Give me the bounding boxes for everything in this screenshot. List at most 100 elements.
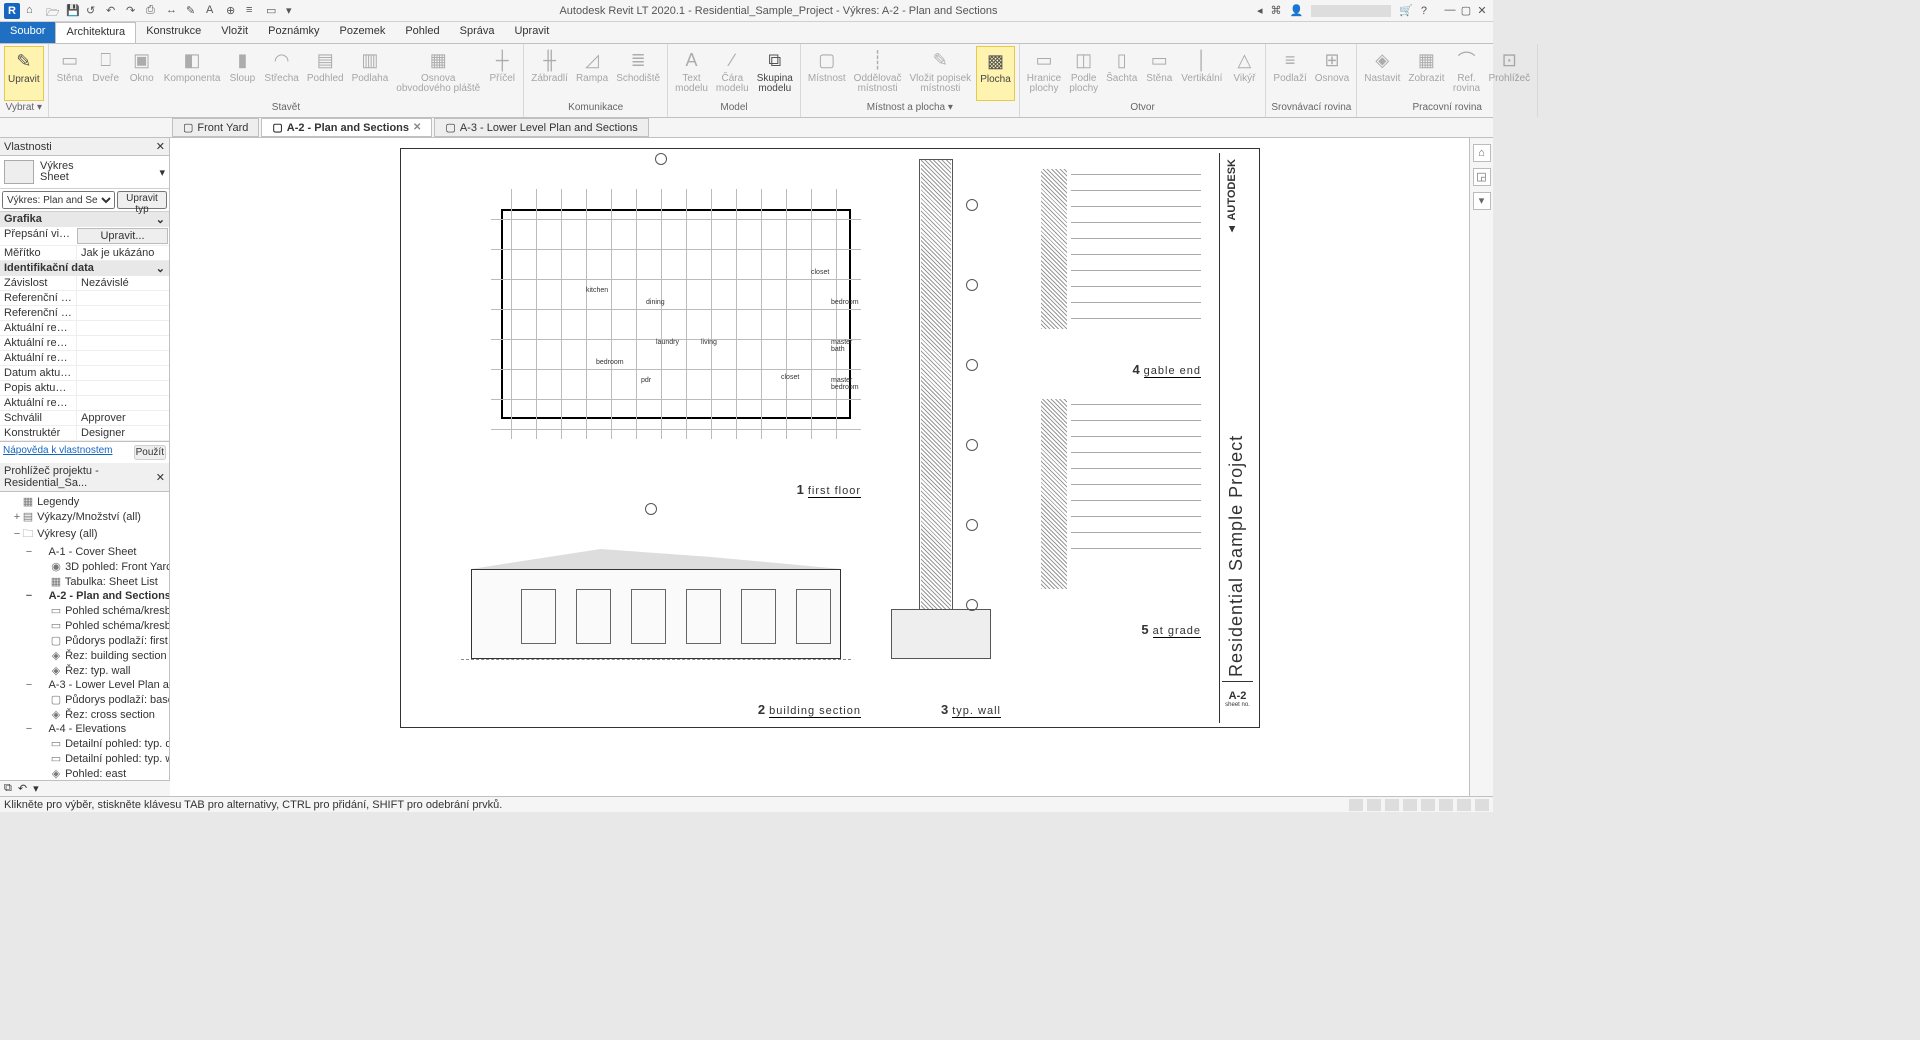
properties-help-link[interactable]: Nápověda k vlastnostem <box>3 445 113 460</box>
info-icon[interactable]: ◂ <box>1257 4 1263 17</box>
qat-align-icon[interactable]: ≡ <box>246 4 260 18</box>
ribbon-skupina[interactable]: ⧉Skupina modelu <box>754 46 796 101</box>
tab-annotate[interactable]: Poznámky <box>258 22 329 43</box>
drawing-view-4[interactable]: 4gable end <box>1021 159 1201 359</box>
tree-expander-icon[interactable]: − <box>12 528 22 540</box>
tree-node[interactable]: +▤ Výkazy/Množství (all) <box>2 509 167 524</box>
drawing-view-2[interactable]: 2building section <box>441 509 861 699</box>
prop-row[interactable]: Referenční výkr... <box>0 291 169 306</box>
tree-node[interactable]: ▭ Pohled schéma/kresba <box>2 603 167 618</box>
nav-home-icon[interactable]: ⌂ <box>1473 144 1491 162</box>
si-5[interactable] <box>1421 799 1435 811</box>
tree-expander-icon[interactable]: − <box>24 590 34 602</box>
tree-node[interactable]: ◈ Řez: typ. wall <box>2 663 167 678</box>
tree-expander-icon[interactable]: − <box>24 723 34 735</box>
qat-text-icon[interactable]: A <box>206 4 220 18</box>
prop-section-header[interactable]: Identifikační data⌄ <box>0 261 169 276</box>
prop-row[interactable]: Datum aktuální... <box>0 366 169 381</box>
instance-selector[interactable]: Výkres: Plan and Se <box>2 191 115 209</box>
si-3[interactable] <box>1385 799 1399 811</box>
qat-open-icon[interactable]: 🗁 <box>46 4 60 18</box>
keys-icon[interactable]: ⌘ <box>1270 4 1281 17</box>
qat-measure-icon[interactable]: ↔ <box>166 4 180 18</box>
qat-sync-icon[interactable]: ↺ <box>86 4 100 18</box>
drawing-view-5[interactable]: 5at grade <box>1021 389 1201 619</box>
tree-node[interactable]: ▭ Pohled schéma/kresba <box>2 618 167 633</box>
qat-redo-icon[interactable]: ↷ <box>126 4 140 18</box>
drawing-canvas[interactable]: ▲ AUTODESK Residential Sample Project A-… <box>170 138 1469 796</box>
vcb-cascade-icon[interactable]: ⧉ <box>4 782 12 795</box>
qat-close-icon[interactable]: ▾ <box>286 4 300 18</box>
ribbon-plocha[interactable]: ▩Plocha <box>976 46 1015 101</box>
tree-node[interactable]: − A-1 - Cover Sheet <box>2 545 167 559</box>
close-button[interactable]: ✕ <box>1475 4 1489 17</box>
project-browser[interactable]: ▦ Legendy+▤ Výkazy/Množství (all)−🗀 Výkr… <box>0 492 169 796</box>
minimize-button[interactable]: — <box>1443 4 1457 17</box>
nav-cube-icon[interactable]: ◲ <box>1473 168 1491 186</box>
tree-node[interactable]: ◈ Řez: building section <box>2 648 167 663</box>
si-4[interactable] <box>1403 799 1417 811</box>
prop-row[interactable]: Aktuální revize ... <box>0 351 169 366</box>
cart-icon[interactable]: 🛒 <box>1399 4 1413 17</box>
user-name[interactable] <box>1311 5 1391 17</box>
tab-structure[interactable]: Konstrukce <box>136 22 211 43</box>
prop-row[interactable]: Aktuální revizi ... <box>0 336 169 351</box>
qat-tag-icon[interactable]: ⊕ <box>226 4 240 18</box>
prop-row[interactable]: Popis aktuální r... <box>0 381 169 396</box>
tree-node[interactable]: − A-4 - Elevations <box>2 722 167 736</box>
tree-node[interactable]: ▢ Půdorys podlaží: first f <box>2 633 167 648</box>
prop-row[interactable]: KonstruktérDesigner <box>0 426 169 441</box>
qat-print-icon[interactable]: ⎙ <box>146 4 160 18</box>
qat-dim-icon[interactable]: ✎ <box>186 4 200 18</box>
prop-row[interactable]: Referenční detail <box>0 306 169 321</box>
tab-architecture[interactable]: Architektura <box>55 22 136 43</box>
tree-expander-icon[interactable]: − <box>24 679 34 691</box>
tree-node[interactable]: − A-3 - Lower Level Plan and Se <box>2 678 167 692</box>
help-icon[interactable]: ? <box>1421 5 1427 17</box>
tree-node[interactable]: ▭ Detailní pohled: typ. d. <box>2 736 167 751</box>
qat-save-icon[interactable]: 💾 <box>66 4 80 18</box>
prop-row[interactable]: MěřítkoJak je ukázáno <box>0 246 169 261</box>
nav-expand-icon[interactable]: ▾ <box>1473 192 1491 210</box>
view-tab-close-icon[interactable]: ✕ <box>413 122 421 133</box>
tree-node[interactable]: ▢ Půdorys podlaží: basen <box>2 692 167 707</box>
tree-expander-icon[interactable]: − <box>24 546 34 558</box>
prop-row[interactable]: ZávislostNezávislé <box>0 276 169 291</box>
properties-close-icon[interactable]: ✕ <box>156 140 165 153</box>
si-1[interactable] <box>1349 799 1363 811</box>
tree-node[interactable]: −🗀 Výkresy (all) <box>2 524 167 545</box>
si-6[interactable] <box>1439 799 1453 811</box>
apply-button[interactable]: Použít <box>134 445 166 460</box>
ribbon-upravit[interactable]: ✎Upravit <box>4 46 44 101</box>
vcb-back-icon[interactable]: ↶ <box>18 782 27 795</box>
si-2[interactable] <box>1367 799 1381 811</box>
si-8[interactable] <box>1475 799 1489 811</box>
tab-file[interactable]: Soubor <box>0 22 55 43</box>
vcb-fwd-icon[interactable]: ▾ <box>33 782 39 795</box>
view-tab[interactable]: ▢A-3 - Lower Level Plan and Sections <box>434 118 648 137</box>
drawing-view-1[interactable]: kitchendininglivinglaundrybedroompdrclos… <box>461 159 861 479</box>
tree-node[interactable]: ◈ Řez: cross section <box>2 707 167 722</box>
tab-insert[interactable]: Vložit <box>211 22 258 43</box>
tree-node[interactable]: ▦ Tabulka: Sheet List <box>2 574 167 589</box>
tab-manage[interactable]: Správa <box>450 22 505 43</box>
view-tab[interactable]: ▢Front Yard <box>172 118 259 137</box>
browser-close-icon[interactable]: ✕ <box>156 471 165 484</box>
tree-node[interactable]: ▭ Detailní pohled: typ. w <box>2 751 167 766</box>
tree-node[interactable]: ◈ Pohled: east <box>2 766 167 781</box>
tree-node[interactable]: ▦ Legendy <box>2 494 167 509</box>
qat-undo-icon[interactable]: ↶ <box>106 4 120 18</box>
tab-modify[interactable]: Upravit <box>504 22 559 43</box>
type-dropdown-icon[interactable]: ▾ <box>159 166 165 179</box>
tab-site[interactable]: Pozemek <box>329 22 395 43</box>
restore-button[interactable]: ▢ <box>1459 4 1473 17</box>
prop-row[interactable]: SchválilApprover <box>0 411 169 426</box>
tree-node[interactable]: ◉ 3D pohled: Front Yarc <box>2 559 167 574</box>
tab-view[interactable]: Pohled <box>395 22 449 43</box>
type-selector[interactable]: Výkres Sheet ▾ <box>0 156 169 189</box>
qat-home-icon[interactable]: ⌂ <box>26 4 40 18</box>
drawing-view-3[interactable]: 3typ. wall <box>881 159 1001 699</box>
edit-type-button[interactable]: Upravit typ <box>117 191 167 209</box>
tree-node[interactable]: − A-2 - Plan and Sections <box>2 589 167 603</box>
tree-expander-icon[interactable]: + <box>12 511 22 523</box>
